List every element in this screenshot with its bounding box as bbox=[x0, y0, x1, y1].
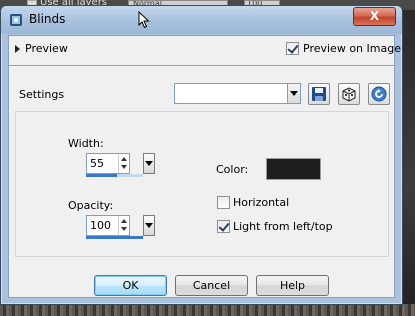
opacity-slider[interactable] bbox=[86, 236, 143, 239]
title-bar[interactable]: Blinds X bbox=[1, 6, 402, 34]
randomize-button[interactable] bbox=[338, 83, 360, 105]
preview-on-image-label: Preview on Image bbox=[303, 42, 401, 55]
width-spinbox[interactable]: 55 bbox=[86, 153, 130, 174]
reset-button[interactable] bbox=[368, 83, 390, 105]
horizontal-label: Horizontal bbox=[233, 196, 290, 209]
spin-up-icon[interactable] bbox=[121, 157, 127, 161]
light-from-left-top-checkbox[interactable] bbox=[217, 220, 230, 233]
preview-row: Preview Preview on Image bbox=[9, 36, 401, 62]
ok-button[interactable]: OK bbox=[94, 275, 167, 296]
cancel-button[interactable]: Cancel bbox=[175, 275, 248, 296]
width-slider-fill bbox=[86, 174, 118, 177]
close-icon: X bbox=[369, 9, 380, 23]
width-value: 55 bbox=[90, 157, 104, 170]
color-label: Color: bbox=[216, 163, 249, 176]
background-side-panel bbox=[403, 10, 415, 304]
mouse-cursor-icon bbox=[138, 11, 150, 29]
spin-down-icon[interactable] bbox=[121, 165, 127, 169]
preview-on-image-checkbox[interactable] bbox=[286, 42, 299, 55]
settings-preset-dropdown[interactable] bbox=[174, 83, 301, 104]
help-button[interactable]: Help bbox=[256, 275, 329, 296]
background-image-strip bbox=[0, 304, 415, 316]
color-swatch[interactable] bbox=[266, 158, 321, 180]
dialog-content: Preview Preview on Image Settings bbox=[8, 35, 401, 298]
blinds-dialog: Blinds X Preview Preview on Image Settin… bbox=[0, 5, 403, 305]
app-icon bbox=[10, 14, 22, 26]
close-button[interactable]: X bbox=[353, 7, 396, 26]
opacity-spin-arrows[interactable] bbox=[118, 216, 129, 235]
save-preset-icon bbox=[312, 87, 326, 101]
opacity-label: Opacity: bbox=[68, 199, 114, 212]
opacity-slider-dropdown[interactable] bbox=[143, 215, 155, 236]
settings-panel bbox=[15, 111, 389, 257]
save-preset-button[interactable] bbox=[308, 83, 330, 105]
preview-label: Preview bbox=[25, 42, 68, 55]
reset-icon bbox=[371, 86, 387, 102]
divider bbox=[9, 65, 394, 66]
light-from-left-top-label: Light from left/top bbox=[233, 220, 333, 233]
opacity-value: 100 bbox=[90, 219, 111, 232]
chevron-down-icon[interactable] bbox=[287, 84, 300, 103]
opacity-slider-fill bbox=[86, 236, 143, 239]
opacity-spinbox[interactable]: 100 bbox=[86, 215, 130, 236]
preview-expander[interactable]: Preview bbox=[15, 42, 85, 56]
horizontal-checkbox[interactable] bbox=[217, 196, 230, 209]
preview-on-image-option[interactable]: Preview on Image bbox=[286, 42, 401, 56]
width-label: Width: bbox=[68, 137, 104, 150]
randomize-dice-icon bbox=[342, 87, 356, 102]
spin-up-icon[interactable] bbox=[121, 219, 127, 223]
expand-arrow-icon bbox=[15, 45, 20, 53]
width-slider[interactable] bbox=[86, 174, 143, 177]
spin-down-icon[interactable] bbox=[121, 227, 127, 231]
settings-label: Settings bbox=[19, 88, 65, 101]
window-title: Blinds bbox=[29, 12, 66, 26]
width-slider-dropdown[interactable] bbox=[143, 153, 155, 174]
width-spin-arrows[interactable] bbox=[118, 154, 129, 173]
